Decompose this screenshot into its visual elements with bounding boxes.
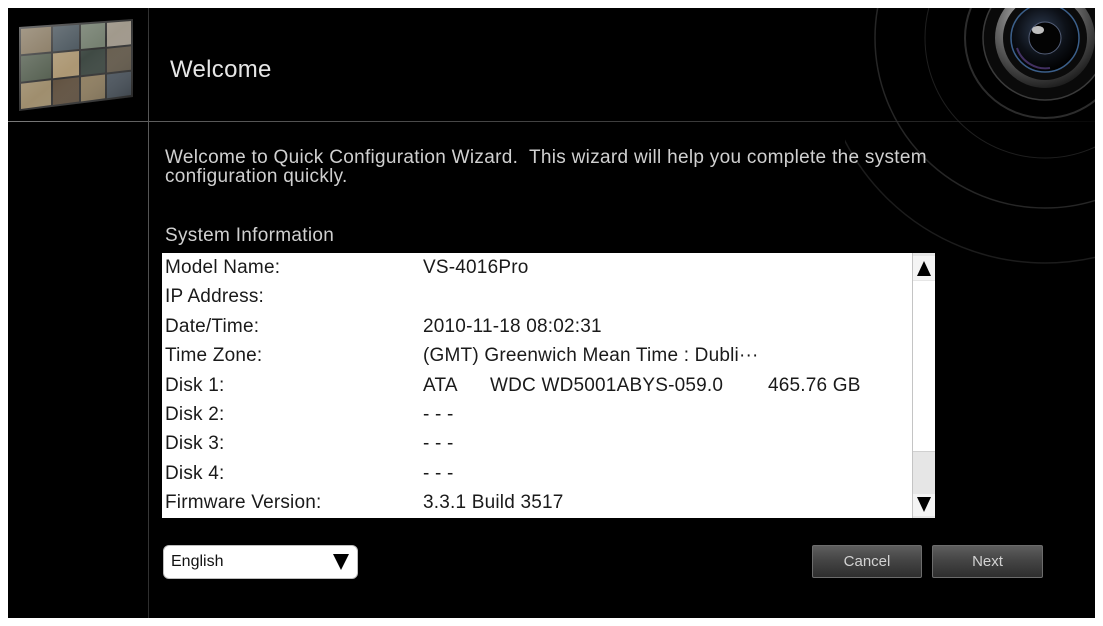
intro-text: Welcome to Quick Configuration Wizard. T… bbox=[165, 148, 927, 186]
scrollbar-thumb[interactable] bbox=[913, 281, 935, 452]
info-row: Time Zone: (GMT) Greenwich Mean Time : D… bbox=[162, 341, 935, 370]
dropdown-arrow-icon[interactable] bbox=[333, 554, 349, 570]
wizard-panel: Welcome Welcome to Quick Configuration W… bbox=[8, 8, 1095, 618]
disk-model: WDC WD5001ABYS-059.0 bbox=[490, 374, 724, 396]
language-select[interactable]: English bbox=[163, 545, 358, 579]
info-label: Model Name: bbox=[165, 257, 281, 278]
info-label: Disk 1: bbox=[165, 374, 225, 396]
system-information-heading: System Information bbox=[165, 225, 335, 246]
info-label: Firmware Version: bbox=[165, 492, 322, 514]
lens-highlight bbox=[1032, 26, 1044, 34]
language-select-value: English bbox=[171, 553, 224, 570]
info-row: Disk 3: - - - bbox=[162, 429, 935, 458]
info-label: IP Address: bbox=[165, 286, 265, 308]
page-title: Welcome bbox=[170, 56, 272, 83]
info-value: (GMT) Greenwich Mean Time : Dubli··· bbox=[423, 345, 759, 367]
intro-line: Welcome to Quick Configuration Wizard. T… bbox=[165, 147, 927, 168]
next-button[interactable]: Next bbox=[932, 545, 1043, 578]
info-value: - - - bbox=[423, 433, 454, 455]
info-label: Disk 2: bbox=[165, 403, 225, 425]
info-row: IP Address: bbox=[162, 282, 935, 311]
scrollbar[interactable] bbox=[912, 253, 935, 518]
scroll-up-arrow-icon bbox=[917, 261, 931, 276]
camera-lens-icon bbox=[845, 8, 1095, 264]
info-row: Date/Time: 2010-11-18 08:02:31 bbox=[162, 312, 935, 341]
info-row: Disk 2: - - - bbox=[162, 400, 935, 429]
intro-line: configuration quickly. bbox=[165, 166, 348, 187]
camera-thumbnails-image bbox=[19, 19, 133, 111]
lens-core bbox=[1028, 21, 1062, 55]
info-value: - - - bbox=[423, 403, 454, 425]
thumbnail-glare bbox=[19, 19, 133, 111]
system-information-list: Model Name: VS-4016Pro IP Address: Date/… bbox=[162, 253, 935, 518]
info-value: 2010-11-18 08:02:31 bbox=[423, 315, 602, 337]
info-label: Date/Time: bbox=[165, 315, 260, 337]
disk-vendor: ATA bbox=[423, 374, 458, 396]
info-row: Model Name: VS-4016Pro bbox=[162, 253, 935, 282]
sidebar-divider bbox=[148, 8, 149, 618]
info-label: Disk 4: bbox=[165, 462, 225, 484]
cancel-button[interactable]: Cancel bbox=[812, 545, 922, 578]
scroll-down-arrow-icon bbox=[917, 497, 931, 512]
info-label: Time Zone: bbox=[165, 345, 263, 367]
disk-capacity: 465.76 GB bbox=[768, 374, 861, 396]
header-divider bbox=[8, 121, 1095, 122]
scroll-down-button[interactable] bbox=[913, 494, 935, 516]
info-row: Disk 4: - - - bbox=[162, 459, 935, 488]
info-value: - - - bbox=[423, 462, 454, 484]
info-row: Disk 1: ATA WDC WD5001ABYS-059.0 465.76 … bbox=[162, 371, 935, 400]
info-label: Disk 3: bbox=[165, 433, 225, 455]
info-row: Firmware Version: 3.3.1 Build 3517 bbox=[162, 488, 935, 517]
info-value: VS-4016Pro bbox=[423, 257, 529, 278]
info-value: 3.3.1 Build 3517 bbox=[423, 492, 564, 514]
scroll-up-button[interactable] bbox=[913, 256, 935, 280]
